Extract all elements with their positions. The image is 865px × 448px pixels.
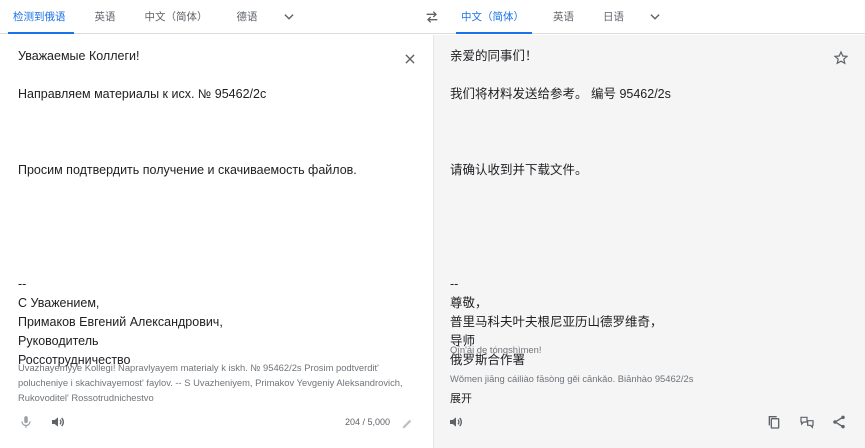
source-transliteration: Uvazhayemyye Kollegi! Napravlyayem mater… [18, 362, 403, 403]
translation-text-line: 普里马科夫叶夫根尼亚历山德罗维奇， [450, 315, 663, 329]
microphone-icon [21, 416, 31, 428]
source-text-line: Направляем материалы к исх. № 95462/2с [18, 87, 267, 101]
swap-languages-button[interactable] [419, 6, 445, 28]
speaker-icon [450, 417, 462, 427]
language-bar: 检测到俄语 英语 中文（简体） 德语 中文（简体） 英语 日语 [0, 0, 865, 34]
source-text-line [18, 104, 357, 123]
translation-text-line [450, 218, 671, 237]
tab-source-german[interactable]: 德语 [224, 0, 274, 33]
clear-text-button[interactable] [399, 48, 421, 70]
swap-arrows-icon [426, 11, 438, 23]
source-text-line: Просим подтвердить получение и скачиваем… [18, 163, 357, 177]
tab-target-english[interactable]: 英语 [540, 0, 590, 33]
translation-text-line [450, 256, 671, 275]
source-text-line: Уважаемые Коллеги! [18, 49, 140, 63]
speaker-icon [52, 417, 64, 427]
listen-translation-button[interactable] [446, 412, 466, 432]
source-text-line: Руководитель [18, 334, 99, 348]
translation-text-line [450, 180, 671, 199]
source-text-line [18, 123, 357, 142]
source-text-line: -- [18, 277, 27, 291]
translation-text-line [450, 237, 671, 256]
source-text-line [18, 142, 357, 161]
voice-input-button[interactable] [16, 412, 36, 432]
source-text-input[interactable]: Уважаемые Коллеги! Направляем материалы к… [18, 47, 357, 370]
tab-target-japanese[interactable]: 日语 [590, 0, 640, 33]
source-languages-dropdown[interactable] [274, 0, 304, 33]
tab-source-chinese-simplified[interactable]: 中文（简体） [132, 0, 224, 33]
translation-text-line: 尊敬， [450, 296, 488, 310]
source-text-line [18, 199, 357, 218]
translation-text-line: -- [450, 277, 459, 291]
chevron-down-icon [650, 13, 660, 20]
translation-text-line [450, 199, 671, 218]
translation-text-line: 请确认收到并下载文件。 [450, 163, 588, 177]
source-panel: Уважаемые Коллеги! Направляем материалы к… [0, 35, 433, 448]
source-text-line: С Уважением, [18, 296, 100, 310]
translation-text-line: 亲爱的同事们！ [450, 49, 538, 63]
tab-source-english[interactable]: 英语 [82, 0, 132, 33]
tab-detect-language[interactable]: 检测到俄语 [0, 0, 82, 34]
target-language-tabs: 中文（简体） 英语 日语 [448, 0, 670, 34]
source-language-tabs: 检测到俄语 英语 中文（简体） 德语 [0, 0, 304, 34]
translation-pinyin-line-1: Qīn'ài de tóngshìmen! [450, 344, 542, 355]
share-translation-button[interactable] [829, 412, 849, 432]
save-translation-button[interactable] [830, 47, 852, 69]
listen-source-button[interactable] [48, 412, 68, 432]
target-languages-dropdown[interactable] [640, 0, 670, 33]
copy-translation-button[interactable] [764, 412, 784, 432]
translation-text-line [450, 66, 671, 85]
close-icon [405, 54, 415, 64]
translation-text-line: 我们将材料发送给参考。 编号 95462/2s [450, 87, 671, 101]
translation-text-line [450, 142, 671, 161]
source-text-line [18, 180, 357, 199]
edit-button[interactable] [398, 414, 416, 432]
source-text-line [18, 66, 357, 85]
source-text-line [18, 218, 357, 237]
feedback-icon [800, 416, 814, 429]
share-icon [833, 415, 845, 429]
source-text-line: Примаков Евгений Александрович, [18, 315, 223, 329]
copy-icon [768, 416, 780, 429]
star-icon [833, 50, 849, 65]
source-text-line [18, 237, 357, 256]
rate-translation-button[interactable] [796, 412, 818, 432]
translation-text-line [450, 123, 671, 142]
translation-text-line [450, 104, 671, 123]
expand-link[interactable]: 展开 [450, 390, 472, 406]
character-counter: 204 / 5,000 [345, 417, 391, 427]
translation-panel: 亲爱的同事们！ 我们将材料发送给参考。 编号 95462/2s 请确认收到并下载文件… [433, 35, 865, 448]
pencil-icon [402, 419, 411, 428]
translation-text: 亲爱的同事们！ 我们将材料发送给参考。 编号 95462/2s 请确认收到并下载文件… [450, 47, 671, 370]
source-text-line [18, 256, 357, 275]
chevron-down-icon [283, 13, 294, 20]
tab-target-chinese-simplified[interactable]: 中文（简体） [448, 0, 540, 34]
translation-pinyin-line-2: Wǒmen jiāng cáiliào fāsòng gěi cānkǎo. B… [450, 373, 694, 384]
